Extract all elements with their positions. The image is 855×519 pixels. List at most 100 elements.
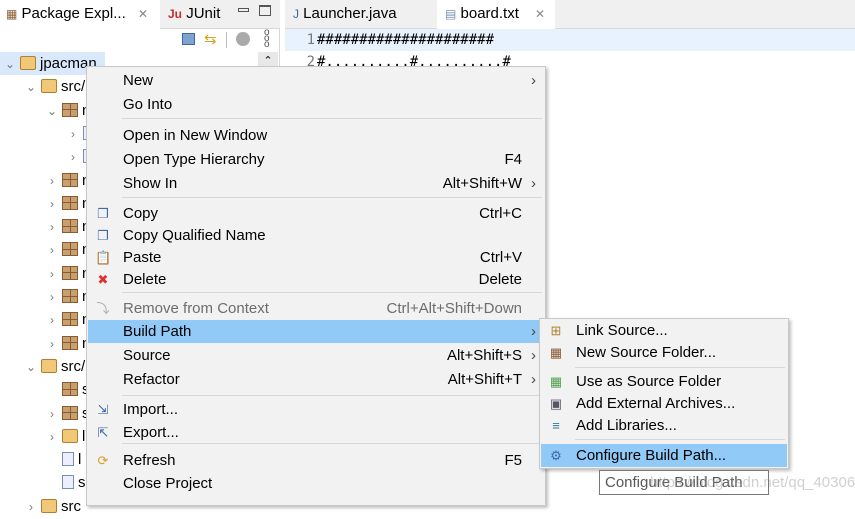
chevron-down-icon[interactable]: ⌄ [46, 100, 58, 123]
chevron-right-icon: › [531, 175, 536, 192]
tree-item[interactable]: ›n [0, 285, 90, 308]
chevron-right-icon[interactable]: › [25, 496, 37, 519]
maximize-icon[interactable] [259, 5, 271, 16]
menu-separator [122, 197, 542, 198]
menu-separator [122, 118, 542, 119]
menu-separator [575, 439, 785, 440]
tab-launcher-java[interactable]: J Launcher.java [285, 0, 435, 29]
tree-item[interactable]: ⌄ src/ [0, 75, 85, 98]
chevron-right-icon[interactable]: › [67, 123, 79, 146]
library-icon: ≡ [552, 418, 560, 433]
view-menu-icon[interactable]: ooo [264, 28, 270, 50]
chevron-right-icon[interactable]: › [46, 193, 58, 216]
menu-separator [122, 292, 542, 293]
chevron-right-icon[interactable]: › [46, 263, 58, 286]
menu-item-new-source-folder[interactable]: ▦ New Source Folder... [541, 341, 787, 364]
menu-item-label: Link Source... [576, 322, 668, 339]
menu-separator [122, 443, 542, 444]
chevron-down-icon[interactable]: ⌄ [25, 356, 37, 379]
menu-item-add-libraries[interactable]: ≡ Add Libraries... [541, 414, 787, 437]
tree-item[interactable]: ›n [0, 169, 90, 192]
menu-item-open-in-new-window[interactable]: Open in New Window [88, 124, 544, 147]
menu-item-label: Paste [123, 249, 162, 266]
refresh-icon: ⟳ [97, 453, 109, 468]
menu-item-new[interactable]: New › [88, 69, 544, 92]
menu-item-close-project[interactable]: Close Project [88, 472, 544, 495]
menu-item-build-path[interactable]: Build Path › [88, 320, 544, 343]
tree-item[interactable]: › [0, 122, 99, 145]
menu-item-refactor[interactable]: Refactor Alt+Shift+T › [88, 368, 544, 391]
paste-icon: 📋 [95, 250, 112, 265]
shortcut-label: F5 [504, 452, 522, 469]
tree-item[interactable]: › src [0, 495, 81, 518]
tree-item[interactable]: ›n [0, 262, 90, 285]
menu-item-refresh[interactable]: ⟳ Refresh F5 [88, 449, 544, 472]
tree-item[interactable]: › [0, 145, 99, 168]
tree-item[interactable]: ⌄ src/ [0, 355, 85, 378]
link-with-editor-icon[interactable]: ⇆ [204, 30, 217, 48]
menu-item-label: Delete [123, 271, 167, 288]
chevron-right-icon[interactable]: › [46, 426, 58, 449]
folder-icon [62, 428, 78, 443]
menu-item-source[interactable]: Source Alt+Shift+S › [88, 344, 544, 367]
code-line[interactable]: 1 ##################### [285, 29, 855, 51]
chevron-right-icon[interactable]: › [46, 216, 58, 239]
tree-item[interactable]: ›n [0, 192, 90, 215]
package-icon [62, 335, 78, 350]
menu-item-open-type-hierarchy[interactable]: Open Type Hierarchy F4 [88, 148, 544, 171]
tab-junit[interactable]: Ju JUnit [162, 0, 242, 29]
chevron-right-icon[interactable]: › [46, 286, 58, 309]
close-icon[interactable]: ✕ [138, 0, 148, 28]
chevron-down-icon[interactable]: ⌄ [25, 76, 37, 99]
tab-board-txt[interactable]: ▤ board.txt ✕ [437, 0, 555, 29]
filters-icon[interactable] [236, 32, 250, 46]
tree-item[interactable]: ›n [0, 215, 90, 238]
package-icon [62, 219, 78, 234]
toolbar-divider [226, 32, 227, 48]
menu-item-use-as-source-folder[interactable]: ▦ Use as Source Folder [541, 370, 787, 393]
tree-item[interactable]: ⌄n [0, 99, 90, 122]
menu-item-go-into[interactable]: Go Into [88, 93, 544, 116]
use-as-source-folder-icon: ▦ [549, 374, 563, 389]
tree-item[interactable]: ›n [0, 308, 90, 331]
chevron-right-icon[interactable]: › [67, 146, 79, 169]
tree-item[interactable]: › l [0, 425, 85, 448]
tree-item[interactable]: ›s [0, 402, 90, 425]
menu-item-label: New Source Folder... [576, 344, 717, 361]
chevron-down-icon[interactable]: ⌄ [4, 53, 16, 76]
menu-item-configure-build-path[interactable]: ⚙ Configure Build Path... [541, 444, 787, 467]
menu-item-copy-qualified-name[interactable]: ❐ Copy Qualified Name [88, 224, 544, 247]
menu-item-copy[interactable]: ❐ Copy Ctrl+C [88, 202, 544, 225]
tab-package-explorer[interactable]: ▦ Package Expl... ✕ [0, 0, 160, 29]
chevron-right-icon[interactable]: › [46, 309, 58, 332]
minimize-icon[interactable] [238, 8, 249, 12]
menu-item-import[interactable]: ⇲ Import... [88, 398, 544, 421]
chevron-right-icon: › [531, 72, 536, 89]
menu-item-paste[interactable]: 📋 Paste Ctrl+V [88, 246, 544, 269]
chevron-right-icon: › [531, 347, 536, 364]
collapse-all-icon[interactable] [182, 33, 195, 45]
chevron-right-icon[interactable]: › [46, 333, 58, 356]
tree-item[interactable]: l [0, 448, 81, 471]
menu-item-link-source[interactable]: ⊞ Link Source... [541, 319, 787, 342]
remove-context-icon: ⤵ [96, 301, 110, 316]
tree-item[interactable]: ›n [0, 238, 90, 261]
menu-item-label: Configure Build Path... [576, 447, 727, 464]
menu-item-show-in[interactable]: Show In Alt+Shift+W › [88, 172, 544, 195]
menu-item-remove-from-context[interactable]: ⤵ Remove from Context Ctrl+Alt+Shift+Down [88, 297, 544, 320]
menu-item-delete[interactable]: ✖ Delete Delete [88, 268, 544, 291]
shortcut-label: Alt+Shift+S [446, 347, 522, 364]
menu-separator [575, 367, 785, 368]
chevron-right-icon[interactable]: › [46, 403, 58, 426]
close-icon[interactable]: ✕ [535, 0, 545, 28]
menu-item-add-external-archives[interactable]: ▣ Add External Archives... [541, 392, 787, 415]
tree-item[interactable]: s [0, 471, 86, 494]
tree-item[interactable]: s [0, 378, 90, 401]
chevron-right-icon[interactable]: › [46, 170, 58, 193]
package-icon [62, 289, 78, 303]
menu-item-export[interactable]: ⇱ Export... [88, 421, 544, 444]
chevron-right-icon[interactable]: › [46, 239, 58, 262]
tree-item[interactable]: ›n [0, 332, 90, 355]
menu-item-label: Show In [123, 175, 178, 192]
file-icon [62, 475, 74, 490]
